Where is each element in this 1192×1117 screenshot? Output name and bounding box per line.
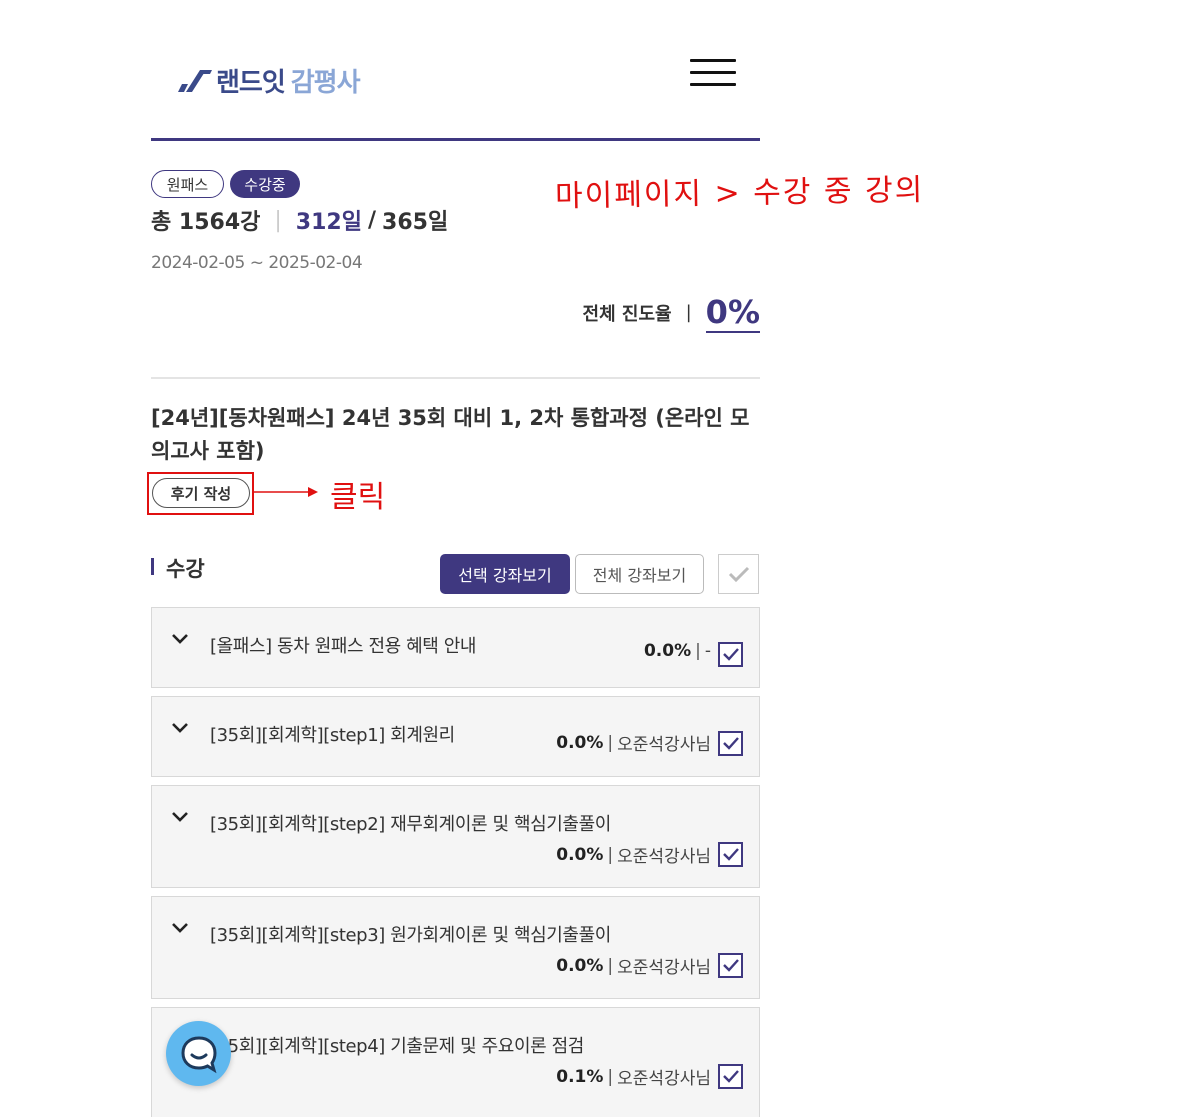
lecture-progress: 0.0% bbox=[556, 732, 604, 753]
meta-separator: | bbox=[607, 1066, 614, 1087]
header-divider bbox=[151, 138, 760, 141]
lecture-row[interactable]: [올패스] 동차 원패스 전용 혜택 안내 0.0% | - bbox=[151, 607, 760, 688]
lecture-teacher: 오준석강사님 bbox=[617, 847, 711, 867]
chevron-down-icon[interactable] bbox=[170, 632, 190, 646]
annotation-breadcrumb-text: 마이페이지 > 수강 중 강의 bbox=[554, 172, 925, 215]
lecture-title: [35회][회계학][step3] 원가회계이론 및 핵심기출풀이 bbox=[210, 925, 611, 946]
lecture-progress: 0.1% bbox=[556, 1066, 604, 1087]
lecture-teacher: 오준석강사님 bbox=[617, 1069, 711, 1089]
chat-icon bbox=[180, 1035, 217, 1073]
meta-separator: | bbox=[607, 955, 614, 976]
meta-separator: | bbox=[607, 732, 614, 753]
lecture-meta: 0.0% | 오준석강사님 bbox=[556, 842, 711, 868]
logo[interactable]: 랜드잇 감평사 bbox=[176, 64, 361, 98]
lecture-meta: 0.0% | 오준석강사님 bbox=[556, 953, 711, 979]
course-title: [24년][동차원패스] 24년 35회 대비 1, 2차 통합과정 (온라인 … bbox=[151, 406, 750, 463]
days-slash: / bbox=[367, 207, 377, 233]
check-icon bbox=[723, 737, 739, 750]
lecture-meta: 0.0% | 오준석강사님 bbox=[556, 730, 711, 756]
write-review-button[interactable]: 후기 작성 bbox=[152, 478, 250, 508]
section-marker bbox=[151, 558, 154, 575]
check-icon bbox=[723, 959, 739, 972]
lecture-teacher: 오준석강사님 bbox=[617, 958, 711, 978]
lecture-title: [35회][회계학][step2] 재무회계이론 및 핵심기출풀이 bbox=[210, 814, 611, 835]
lecture-teacher: 오준석강사님 bbox=[617, 735, 711, 755]
lecture-checkbox[interactable] bbox=[718, 731, 743, 756]
check-icon bbox=[723, 848, 739, 861]
course-summary: 총 1564강 | 312일 / 365일 bbox=[151, 204, 448, 236]
summary-separator: | bbox=[274, 207, 282, 233]
view-selected-button[interactable]: 선택 강좌보기 bbox=[440, 554, 570, 594]
lecture-checkbox[interactable] bbox=[718, 953, 743, 978]
lecture-checkbox[interactable] bbox=[718, 842, 743, 867]
lecture-progress: 0.0% bbox=[643, 641, 692, 661]
check-icon bbox=[723, 1070, 739, 1083]
lecture-checkbox[interactable] bbox=[718, 1064, 743, 1089]
study-period: 2024-02-05 ~ 2025-02-04 bbox=[151, 253, 363, 273]
menu-icon[interactable] bbox=[690, 57, 738, 89]
progress-separator: | bbox=[685, 302, 692, 323]
progress-label: 전체 진도율 bbox=[582, 303, 672, 325]
section-title: 수강 bbox=[166, 557, 205, 581]
view-all-button[interactable]: 전체 강좌보기 bbox=[575, 554, 704, 594]
chevron-down-icon[interactable] bbox=[170, 810, 190, 824]
logo-text: 랜드잇 bbox=[216, 67, 286, 98]
check-icon bbox=[728, 566, 749, 583]
annotation-click-text: 클릭 bbox=[330, 480, 386, 515]
lecture-row[interactable]: [35회][회계학][step1] 회계원리 0.0% | 오준석강사님 bbox=[151, 696, 760, 777]
chevron-down-icon[interactable] bbox=[170, 721, 190, 735]
section-divider bbox=[151, 377, 760, 379]
meta-separator: | bbox=[607, 844, 614, 865]
lecture-title: [올패스] 동차 원패스 전용 혜택 안내 bbox=[210, 636, 477, 657]
status-badge: 수강중 bbox=[230, 170, 300, 198]
chat-button[interactable] bbox=[166, 1021, 231, 1086]
lecture-progress: 0.0% bbox=[556, 955, 604, 976]
meta-separator: | bbox=[695, 641, 701, 661]
overall-progress: 전체 진도율 | 0% bbox=[560, 290, 760, 335]
days-total: 365일 bbox=[382, 210, 449, 235]
logo-icon bbox=[178, 70, 212, 92]
total-lectures: 총 1564강 bbox=[151, 210, 261, 235]
lecture-row[interactable]: [35회][회계학][step2] 재무회계이론 및 핵심기출풀이 0.0% |… bbox=[151, 785, 760, 888]
lecture-meta: 0.1% | 오준석강사님 bbox=[556, 1064, 711, 1090]
logo-subtext: 감평사 bbox=[290, 67, 361, 98]
lecture-progress: 0.0% bbox=[556, 844, 604, 865]
annotation-arrow-icon bbox=[254, 487, 318, 497]
select-all-checkbox[interactable] bbox=[718, 554, 759, 594]
lecture-checkbox[interactable] bbox=[718, 642, 743, 667]
lecture-row[interactable]: [35회][회계학][step3] 원가회계이론 및 핵심기출풀이 0.0% |… bbox=[151, 896, 760, 999]
lecture-title: [35회][회계학][step1] 회계원리 bbox=[210, 725, 455, 746]
lecture-row[interactable]: [35회][회계학][step4] 기출문제 및 주요이론 점검 0.1% | … bbox=[151, 1007, 760, 1117]
days-used: 312일 bbox=[295, 210, 362, 235]
lecture-meta: 0.0% | - bbox=[644, 641, 711, 661]
lecture-title: [35회][회계학][step4] 기출문제 및 주요이론 점검 bbox=[210, 1036, 584, 1057]
lecture-teacher: - bbox=[704, 641, 711, 661]
pass-type-badge: 원패스 bbox=[151, 170, 224, 198]
chevron-down-icon[interactable] bbox=[170, 921, 190, 935]
check-icon bbox=[723, 648, 739, 661]
progress-value: 0% bbox=[705, 292, 760, 333]
